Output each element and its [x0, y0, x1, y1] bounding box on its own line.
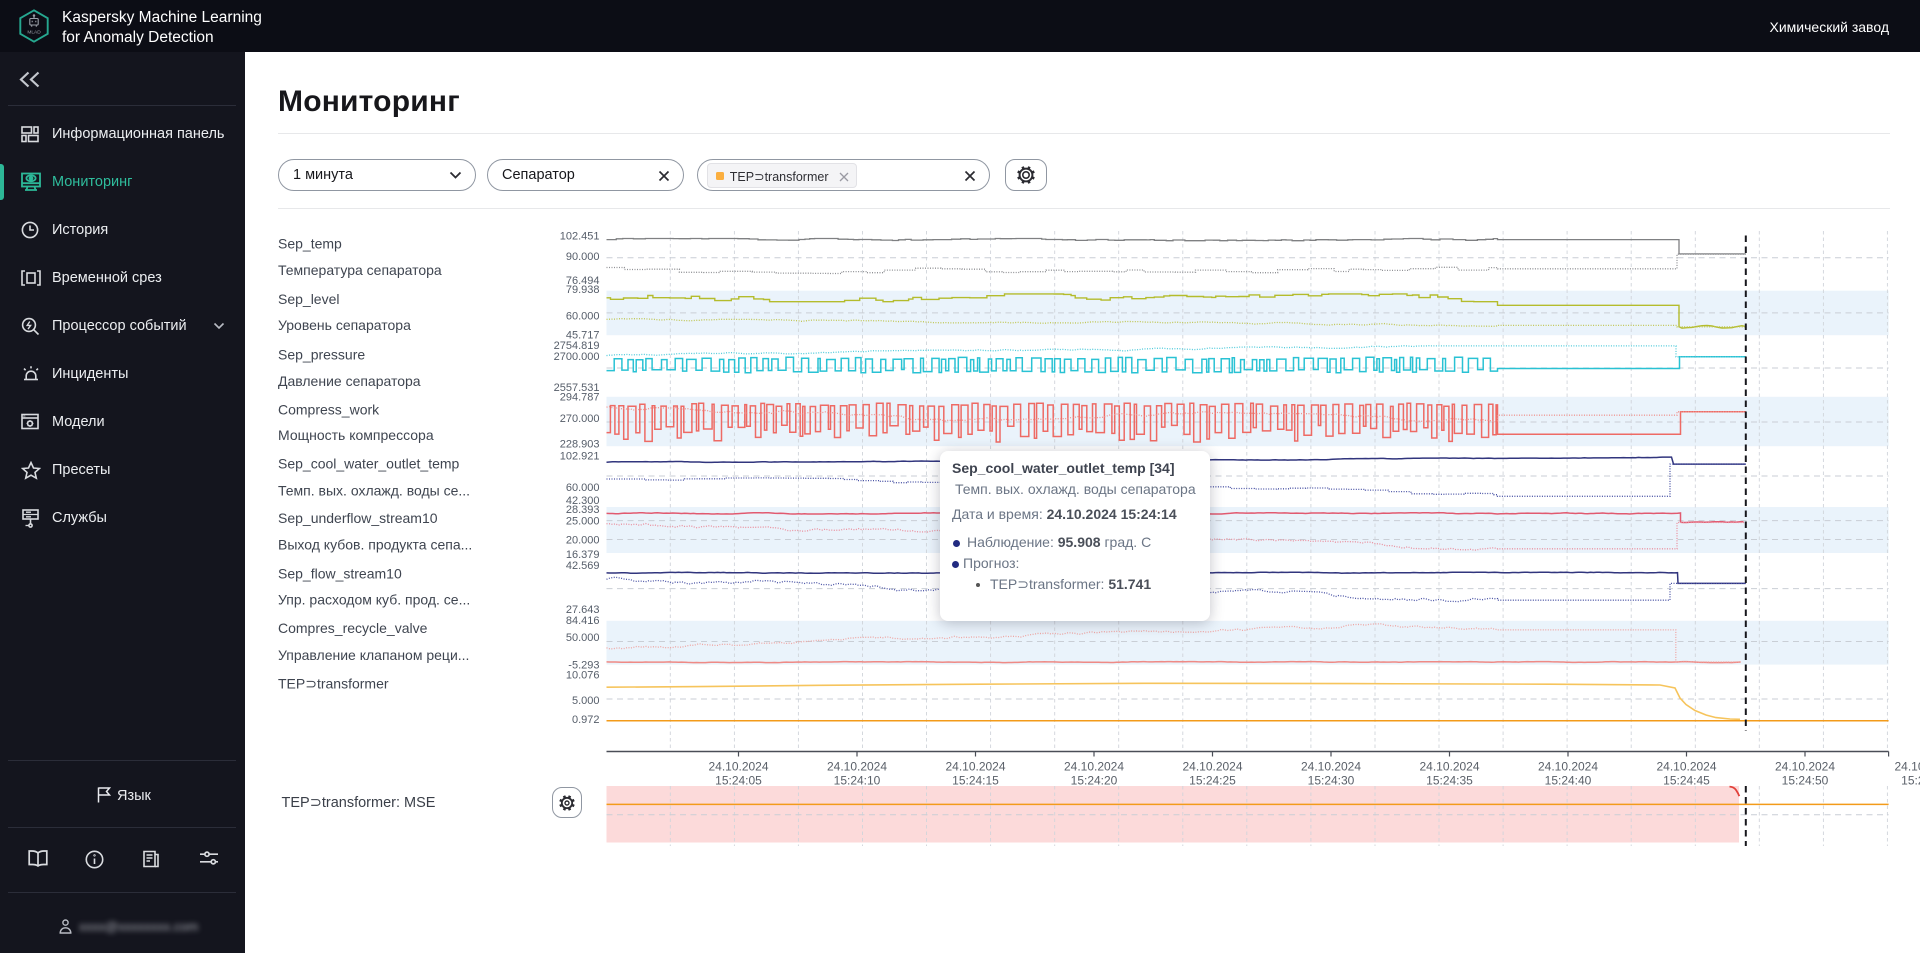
svg-text:15:24:55: 15:24:55 [1901, 774, 1920, 788]
svg-text:MLAD: MLAD [27, 30, 41, 36]
svg-text:20.000: 20.000 [566, 534, 600, 546]
svg-text:60.000: 60.000 [566, 311, 600, 323]
svg-text:24.10.2024: 24.10.2024 [1419, 760, 1479, 774]
svg-text:24.10.2024: 24.10.2024 [945, 760, 1005, 774]
svg-text:Давление сепаратора: Давление сепаратора [278, 373, 421, 389]
svg-text:5.000: 5.000 [572, 695, 600, 707]
svg-text:25.000: 25.000 [566, 515, 600, 527]
svg-text:15:24:30: 15:24:30 [1308, 774, 1355, 788]
svg-text:Sep_flow_stream10: Sep_flow_stream10 [278, 566, 402, 582]
svg-text:2700.000: 2700.000 [554, 351, 600, 363]
svg-text:24.10.2024: 24.10.2024 [1064, 760, 1124, 774]
svg-text:24.10.2024: 24.10.2024 [1894, 760, 1920, 774]
svg-text:Sep_level: Sep_level [278, 291, 340, 307]
svg-text:TEP⊃transformer: TEP⊃transformer [278, 675, 389, 691]
svg-text:Compres_recycle_valve: Compres_recycle_valve [278, 620, 428, 636]
svg-text:79.938: 79.938 [566, 284, 600, 296]
svg-text:15:24:40: 15:24:40 [1545, 774, 1592, 788]
svg-text:Уровень сепаратора: Уровень сепаратора [278, 317, 411, 333]
svg-text:84.416: 84.416 [566, 615, 600, 627]
svg-text:42.569: 42.569 [566, 560, 600, 572]
svg-text:15:24:50: 15:24:50 [1782, 774, 1829, 788]
svg-text:Sep_pressure: Sep_pressure [278, 347, 365, 363]
svg-text:10.076: 10.076 [566, 669, 600, 681]
svg-text:Sep_underflow_stream10: Sep_underflow_stream10 [278, 510, 438, 526]
svg-text:Темп. вых. охлажд. воды се...: Темп. вых. охлажд. воды се... [278, 482, 470, 498]
svg-text:102.921: 102.921 [560, 450, 600, 462]
svg-text:90.000: 90.000 [566, 251, 600, 263]
svg-text:28.393: 28.393 [566, 504, 600, 516]
svg-text:50.000: 50.000 [566, 632, 600, 644]
svg-text:15:24:25: 15:24:25 [1189, 774, 1236, 788]
svg-text:24.10.2024: 24.10.2024 [708, 760, 768, 774]
svg-text:15:24:45: 15:24:45 [1663, 774, 1710, 788]
svg-text:Sep_temp: Sep_temp [278, 236, 342, 252]
svg-text:294.787: 294.787 [560, 391, 600, 403]
svg-text:24.10.2024: 24.10.2024 [1538, 760, 1598, 774]
svg-text:102.451: 102.451 [560, 230, 600, 242]
svg-text:24.10.2024: 24.10.2024 [1656, 760, 1716, 774]
svg-text:24.10.2024: 24.10.2024 [1301, 760, 1361, 774]
svg-text:Упр. расходом куб. прод. се...: Упр. расходом куб. прод. се... [278, 592, 470, 608]
svg-text:Sep_cool_water_outlet_temp: Sep_cool_water_outlet_temp [278, 456, 460, 472]
svg-text:Температура сепаратора: Температура сепаратора [278, 262, 442, 278]
svg-text:15:24:20: 15:24:20 [1071, 774, 1118, 788]
svg-text:Мощность компрессора: Мощность компрессора [278, 427, 434, 443]
svg-text:16.379: 16.379 [566, 549, 600, 561]
svg-text:60.000: 60.000 [566, 482, 600, 494]
svg-text:24.10.2024: 24.10.2024 [1182, 760, 1242, 774]
svg-text:15:24:05: 15:24:05 [715, 774, 762, 788]
svg-text:Управление клапаном реци...: Управление клапаном реци... [278, 647, 469, 663]
svg-text:15:24:35: 15:24:35 [1426, 774, 1473, 788]
svg-text:24.10.2024: 24.10.2024 [827, 760, 887, 774]
svg-text:270.000: 270.000 [560, 413, 600, 425]
svg-text:15:24:15: 15:24:15 [952, 774, 999, 788]
svg-text:15:24:10: 15:24:10 [834, 774, 881, 788]
svg-text:0.972: 0.972 [572, 714, 600, 726]
svg-text:Выход кубов. продукта сепа...: Выход кубов. продукта сепа... [278, 537, 472, 553]
svg-text:24.10.2024: 24.10.2024 [1775, 760, 1835, 774]
svg-text:228.903: 228.903 [560, 439, 600, 451]
svg-text:Compress_work: Compress_work [278, 402, 380, 418]
